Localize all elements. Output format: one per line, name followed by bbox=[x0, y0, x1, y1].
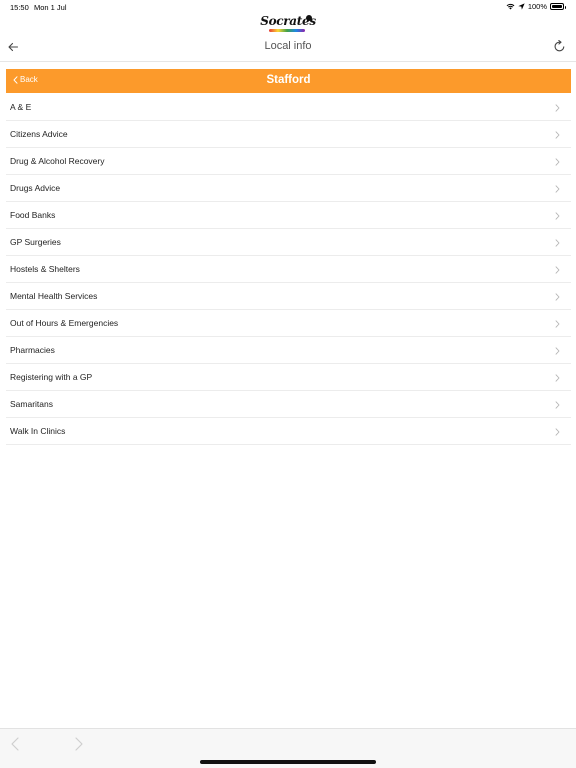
battery-icon bbox=[550, 3, 566, 10]
list-item-samaritans[interactable]: Samaritans bbox=[6, 391, 571, 418]
list-item-food-banks[interactable]: Food Banks bbox=[6, 202, 571, 229]
list-item-label: Pharmacies bbox=[10, 345, 55, 355]
section-title: Stafford bbox=[266, 74, 311, 86]
list-item-label: Walk In Clinics bbox=[10, 426, 66, 436]
list-item-gp-surgeries[interactable]: GP Surgeries bbox=[6, 229, 571, 256]
chevron-right-icon bbox=[555, 185, 560, 193]
battery-percent: 100% bbox=[527, 2, 547, 11]
chevron-right-icon bbox=[555, 428, 560, 436]
list-item-walk-in-clinics[interactable]: Walk In Clinics bbox=[6, 418, 571, 445]
list-item-label: Drug & Alcohol Recovery bbox=[10, 156, 105, 166]
list-item-label: Mental Health Services bbox=[10, 291, 98, 301]
chevron-right-icon bbox=[555, 104, 560, 112]
chevron-right-icon bbox=[555, 347, 560, 355]
chevron-right-icon bbox=[555, 374, 560, 382]
chevron-right-icon bbox=[555, 239, 560, 247]
status-indicators: 100% bbox=[506, 2, 566, 11]
list-item-label: Hostels & Shelters bbox=[10, 264, 80, 274]
list-item-drugs-advice[interactable]: Drugs Advice bbox=[6, 175, 571, 202]
chevron-left-icon[interactable] bbox=[10, 737, 20, 751]
list-item-label: Out of Hours & Emergencies bbox=[10, 318, 119, 328]
location-icon bbox=[518, 3, 525, 10]
list-item-label: GP Surgeries bbox=[10, 237, 61, 247]
list-item-label: Drugs Advice bbox=[10, 183, 61, 193]
status-time: 15:50 bbox=[10, 3, 29, 12]
list-item-out-of-hours[interactable]: Out of Hours & Emergencies bbox=[6, 310, 571, 337]
chevron-right-icon[interactable] bbox=[74, 737, 84, 751]
list-item-label: Samaritans bbox=[10, 399, 53, 409]
list-item-registering-gp[interactable]: Registering with a GP bbox=[6, 364, 571, 391]
list-item-pharmacies[interactable]: Pharmacies bbox=[6, 337, 571, 364]
nav-header: Local info bbox=[0, 32, 576, 62]
chevron-right-icon bbox=[555, 131, 560, 139]
list-item-label: A & E bbox=[10, 102, 32, 112]
chevron-right-icon bbox=[555, 266, 560, 274]
list-item-citizens-advice[interactable]: Citizens Advice bbox=[6, 121, 571, 148]
status-date: Mon 1 Jul bbox=[34, 3, 67, 12]
chevron-right-icon bbox=[555, 293, 560, 301]
page-title: Local info bbox=[264, 40, 312, 52]
list-item-label: Citizens Advice bbox=[10, 129, 68, 139]
list-item-drug-alcohol-recovery[interactable]: Drug & Alcohol Recovery bbox=[6, 148, 571, 175]
chevron-right-icon bbox=[555, 320, 560, 328]
chevron-right-icon bbox=[555, 158, 560, 166]
app-logo: Socrates bbox=[260, 12, 316, 32]
list-item-mental-health-services[interactable]: Mental Health Services bbox=[6, 283, 571, 310]
logo-dot bbox=[306, 15, 312, 21]
list-item-label: Registering with a GP bbox=[10, 372, 93, 382]
chevron-right-icon bbox=[555, 212, 560, 220]
chevron-right-icon bbox=[555, 401, 560, 409]
list-item-hostels-shelters[interactable]: Hostels & Shelters bbox=[6, 256, 571, 283]
section-header: Back Stafford bbox=[6, 69, 571, 93]
list-item-label: Food Banks bbox=[10, 210, 56, 220]
home-indicator[interactable] bbox=[200, 760, 376, 764]
list-item-a-and-e[interactable]: A & E bbox=[6, 94, 571, 121]
wifi-icon bbox=[506, 3, 515, 10]
local-info-list: A & E Citizens Advice Drug & Alcohol Rec… bbox=[6, 94, 571, 445]
refresh-icon[interactable] bbox=[553, 40, 566, 53]
